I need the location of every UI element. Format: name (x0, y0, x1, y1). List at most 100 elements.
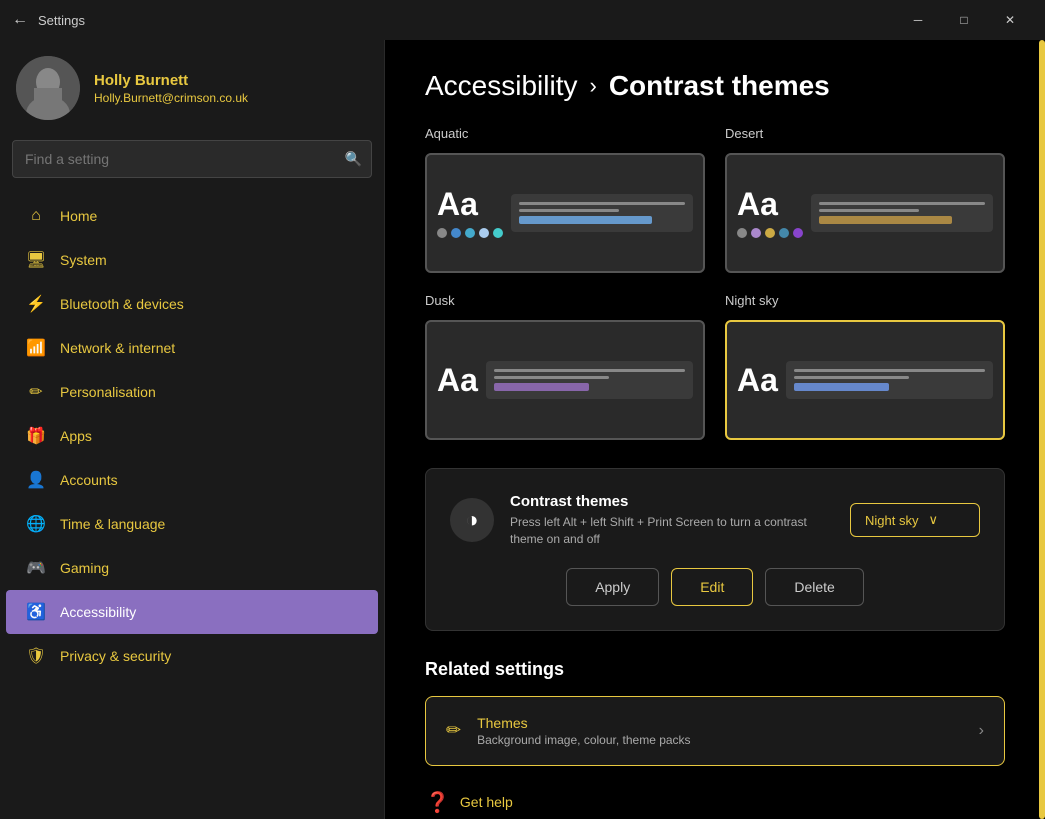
scrollbar-indicator[interactable] (1039, 40, 1045, 819)
titlebar: ← Settings ─ □ ✕ (0, 0, 1045, 40)
contrast-dropdown[interactable]: Night sky ∨ (850, 503, 980, 537)
sidebar-label-time: Time & language (60, 516, 165, 532)
theme-aa-nightsky: Aa (737, 364, 778, 396)
gaming-icon: 🎮 (26, 558, 46, 578)
theme-dots-aquatic (437, 228, 503, 238)
related-themes-text: Themes Background image, colour, theme p… (477, 715, 963, 747)
contrast-row: ◑ Contrast themes Press left Alt + left … (450, 493, 980, 548)
contrast-buttons: Apply Edit Delete (450, 568, 980, 606)
get-help[interactable]: ❓ Get help (425, 790, 1005, 815)
contrast-text: Contrast themes Press left Alt + left Sh… (510, 493, 834, 548)
theme-card-dusk[interactable]: Dusk Aa (425, 293, 705, 440)
mock-bar-nightsky (794, 383, 890, 391)
theme-label-desert: Desert (725, 126, 1005, 141)
themes-grid: Aquatic Aa (425, 126, 1005, 440)
sidebar-item-gaming[interactable]: 🎮 Gaming (6, 546, 378, 590)
contrast-icon: ◑ (450, 498, 494, 542)
sidebar-item-accounts[interactable]: 👤 Accounts (6, 458, 378, 502)
related-card-themes[interactable]: ✏ Themes Background image, colour, theme… (425, 696, 1005, 766)
close-button[interactable]: ✕ (987, 4, 1033, 36)
sidebar-label-system: System (60, 252, 107, 268)
apply-button[interactable]: Apply (566, 568, 659, 606)
user-info: Holly Burnett Holly.Burnett@crimson.co.u… (94, 72, 248, 105)
sidebar-label-bluetooth: Bluetooth & devices (60, 296, 184, 312)
selected-theme-label: Night sky (865, 513, 918, 528)
mock-bar-desert (819, 216, 952, 224)
breadcrumb-separator: › (589, 73, 596, 99)
mock-line-ns1 (794, 369, 985, 372)
theme-left-desert: Aa (737, 165, 803, 261)
sidebar-item-bluetooth[interactable]: ⚡ Bluetooth & devices (6, 282, 378, 326)
search-container: 🔍 (0, 140, 384, 194)
delete-button[interactable]: Delete (765, 568, 863, 606)
network-icon: 📶 (26, 338, 46, 358)
breadcrumb-current: Contrast themes (609, 70, 830, 102)
apps-icon: 🎁 (26, 426, 46, 446)
mock-window-desert (811, 194, 993, 232)
search-wrapper: 🔍 (12, 140, 372, 178)
theme-preview-aquatic: Aa (425, 153, 705, 273)
get-help-label: Get help (460, 794, 513, 810)
theme-right-dusk (486, 332, 693, 428)
sidebar-label-privacy: Privacy & security (60, 648, 171, 664)
dropdown-arrow-icon: ∨ (928, 512, 938, 528)
accounts-icon: 👤 (26, 470, 46, 490)
minimize-button[interactable]: ─ (895, 4, 941, 36)
maximize-button[interactable]: □ (941, 4, 987, 36)
theme-right-nightsky (786, 332, 993, 428)
avatar (16, 56, 80, 120)
privacy-icon: 🛡 (26, 646, 46, 666)
mock-line-2 (519, 209, 619, 212)
help-icon: ❓ (425, 790, 450, 815)
sidebar-item-home[interactable]: ⌂ Home (6, 194, 378, 238)
edit-button[interactable]: Edit (671, 568, 753, 606)
mock-window-nightsky (786, 361, 993, 399)
theme-card-aquatic[interactable]: Aquatic Aa (425, 126, 705, 273)
theme-label-nightsky: Night sky (725, 293, 1005, 308)
sidebar-item-privacy[interactable]: 🛡 Privacy & security (6, 634, 378, 678)
theme-left-nightsky: Aa (737, 332, 778, 428)
themes-icon: ✏ (446, 720, 461, 741)
search-input[interactable] (12, 140, 372, 178)
sidebar-item-system[interactable]: 🖥 System (6, 238, 378, 282)
contrast-panel-desc: Press left Alt + left Shift + Print Scre… (510, 514, 834, 548)
sidebar-item-accessibility[interactable]: ♿ Accessibility (6, 590, 378, 634)
mock-window-dusk (486, 361, 693, 399)
mock-window-aquatic (511, 194, 693, 232)
mock-line-d2 (819, 209, 919, 212)
search-icon: 🔍 (345, 151, 362, 168)
related-themes-name: Themes (477, 715, 963, 731)
sidebar-item-apps[interactable]: 🎁 Apps (6, 414, 378, 458)
sidebar-item-time[interactable]: 🌐 Time & language (6, 502, 378, 546)
mock-line-d1 (819, 202, 985, 205)
nav-container: ⌂ Home 🖥 System ⚡ Bluetooth & devices 📶 … (0, 194, 384, 678)
theme-card-nightsky[interactable]: Night sky Aa (725, 293, 1005, 440)
theme-dots-desert (737, 228, 803, 238)
home-icon: ⌂ (26, 206, 46, 226)
sidebar-item-network[interactable]: 📶 Network & internet (6, 326, 378, 370)
sidebar: Holly Burnett Holly.Burnett@crimson.co.u… (0, 40, 385, 819)
theme-label-dusk: Dusk (425, 293, 705, 308)
accessibility-icon: ♿ (26, 602, 46, 622)
sidebar-label-personalisation: Personalisation (60, 384, 156, 400)
theme-preview-nightsky: Aa (725, 320, 1005, 440)
bluetooth-icon: ⚡ (26, 294, 46, 314)
theme-card-desert[interactable]: Desert Aa (725, 126, 1005, 273)
titlebar-title: Settings (38, 13, 895, 28)
time-icon: 🌐 (26, 514, 46, 534)
sidebar-label-network: Network & internet (60, 340, 175, 356)
theme-right-desert (811, 165, 993, 261)
sidebar-item-personalisation[interactable]: ✏ Personalisation (6, 370, 378, 414)
sidebar-label-accessibility: Accessibility (60, 604, 136, 620)
mock-line-1 (519, 202, 685, 205)
theme-aa-desert: Aa (737, 188, 803, 220)
contrast-panel-title: Contrast themes (510, 493, 834, 510)
mock-line-ns2 (794, 376, 909, 379)
mock-bar-dusk (494, 383, 590, 391)
related-settings-title: Related settings (425, 659, 1005, 680)
theme-aa-dusk: Aa (437, 364, 478, 396)
window-controls: ─ □ ✕ (895, 4, 1033, 36)
theme-right-aquatic (511, 165, 693, 261)
back-button[interactable]: ← (12, 11, 28, 29)
content-area: Accessibility › Contrast themes Aquatic … (385, 40, 1045, 819)
